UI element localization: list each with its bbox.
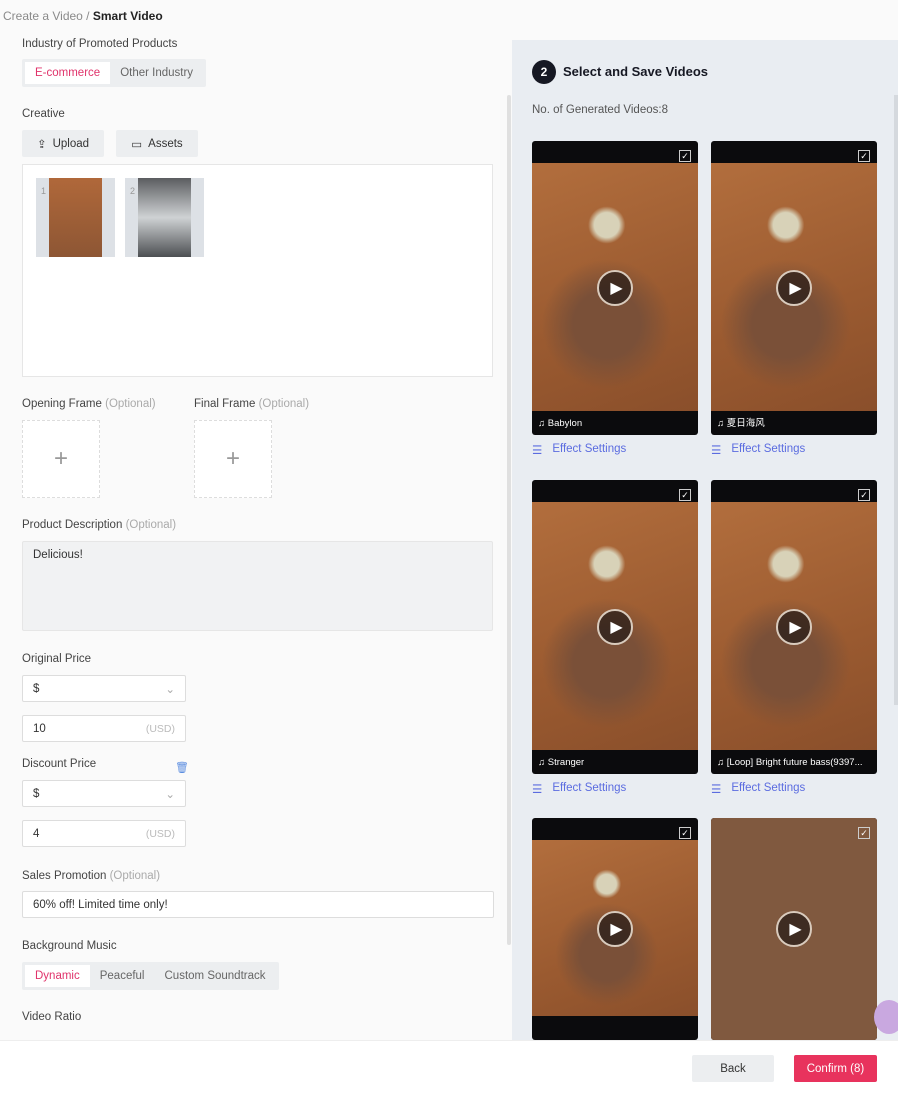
assets-label: Assets [148, 137, 183, 150]
trash-icon[interactable]: 🗑 [175, 761, 189, 774]
music-label: Background Music [22, 940, 117, 952]
product-description-input[interactable]: Delicious! [22, 541, 493, 631]
add-opening-frame-button[interactable]: + [22, 420, 100, 498]
play-icon[interactable]: ▶ [776, 609, 812, 645]
sliders-icon: ☰ [532, 445, 543, 457]
effect-settings-link[interactable]: ☰ Effect Settings [532, 782, 626, 796]
creative-index: 1 [41, 186, 47, 196]
video-count: No. of Generated Videos:8 [532, 104, 668, 116]
product-description-label: Product Description (Optional) [22, 519, 177, 531]
discount-price-input[interactable]: 4 (USD) [22, 820, 186, 847]
breadcrumb-parent[interactable]: Create a Video [3, 9, 83, 23]
music-name: ♫ Babylon [538, 418, 583, 429]
creative-image [49, 178, 102, 257]
video-card[interactable]: ✓ ▶ [711, 818, 877, 1040]
discount-currency-select[interactable]: $ ⌄ [22, 780, 186, 807]
back-button[interactable]: Back [692, 1055, 774, 1082]
play-icon[interactable]: ▶ [776, 270, 812, 306]
final-frame-label: Final Frame (Optional) [194, 398, 310, 410]
creative-thumb[interactable]: 1 [36, 178, 115, 257]
play-icon[interactable]: ▶ [597, 270, 633, 306]
play-icon[interactable]: ▶ [776, 911, 812, 947]
add-final-frame-button[interactable]: + [194, 420, 272, 498]
music-note-icon: ♫ [717, 757, 725, 768]
sales-promotion-label: Sales Promotion (Optional) [22, 870, 161, 882]
music-note-icon: ♫ [717, 418, 725, 429]
video-ratio-label: Video Ratio [22, 1011, 82, 1023]
sliders-icon: ☰ [711, 445, 722, 457]
scrollbar[interactable] [507, 95, 511, 945]
music-selector: Dynamic Peaceful Custom Soundtrack [22, 962, 279, 990]
upload-icon: ⇪ [36, 138, 47, 151]
results-title: Select and Save Videos [563, 64, 708, 79]
video-card[interactable]: ✓ ▶ [532, 818, 698, 1040]
creative-image [138, 178, 191, 257]
select-checkbox[interactable]: ✓ [679, 827, 691, 839]
music-custom[interactable]: Custom Soundtrack [155, 965, 276, 987]
upload-button[interactable]: ⇪ Upload [22, 130, 104, 157]
step-badge: 2 [532, 60, 556, 84]
footer: Back Confirm (8) [0, 1040, 898, 1100]
chevron-down-icon: ⌄ [165, 788, 175, 801]
music-name: ♫ [Loop] Bright future bass(9397... [717, 757, 863, 768]
discount-price-label: Discount Price [22, 758, 97, 770]
effect-settings-link[interactable]: ☰ Effect Settings [532, 443, 626, 457]
music-note-icon: ♫ [538, 418, 546, 429]
plus-icon: + [225, 445, 240, 472]
results-panel: 2 Select and Save Videos No. of Generate… [512, 40, 898, 1040]
select-checkbox[interactable]: ✓ [679, 489, 691, 501]
original-currency-select[interactable]: $ ⌄ [22, 675, 186, 702]
creative-list: 1 2 [22, 164, 493, 377]
effect-settings-link[interactable]: ☰ Effect Settings [711, 782, 805, 796]
video-card[interactable]: ✓ ▶ ♫ Babylon [532, 141, 698, 435]
sliders-icon: ☰ [711, 784, 722, 796]
opening-frame-label: Opening Frame (Optional) [22, 398, 156, 410]
original-price-input[interactable]: 10 (USD) [22, 715, 186, 742]
effect-settings-label: Effect Settings [731, 443, 806, 455]
music-peaceful[interactable]: Peaceful [90, 965, 155, 987]
effect-settings-link[interactable]: ☰ Effect Settings [711, 443, 805, 457]
upload-label: Upload [52, 137, 90, 150]
play-icon[interactable]: ▶ [597, 911, 633, 947]
music-name: ♫ Stranger [538, 757, 585, 768]
chevron-down-icon: ⌄ [165, 683, 175, 696]
industry-selector: E-commerce Other Industry [22, 59, 207, 87]
scrollbar[interactable] [894, 95, 898, 705]
play-icon[interactable]: ▶ [597, 609, 633, 645]
creative-index: 2 [130, 186, 136, 196]
video-card[interactable]: ✓ ▶ ♫ Stranger [532, 480, 698, 774]
effect-settings-label: Effect Settings [552, 782, 627, 794]
select-checkbox[interactable]: ✓ [858, 489, 870, 501]
sliders-icon: ☰ [532, 784, 543, 796]
industry-label: Industry of Promoted Products [22, 38, 178, 50]
chat-icon[interactable] [874, 1000, 898, 1034]
plus-icon: + [53, 445, 68, 472]
folder-icon: ▭ [131, 138, 143, 151]
effect-settings-label: Effect Settings [552, 443, 627, 455]
breadcrumb: Create a Video / Smart Video [3, 9, 163, 23]
breadcrumb-separator: / [82, 9, 93, 23]
video-card[interactable]: ✓ ▶ ♫ [Loop] Bright future bass(9397... [711, 480, 877, 774]
video-card[interactable]: ✓ ▶ ♫ 夏日海风 [711, 141, 877, 435]
music-note-icon: ♫ [538, 757, 546, 768]
confirm-button[interactable]: Confirm (8) [794, 1055, 877, 1082]
select-checkbox[interactable]: ✓ [679, 150, 691, 162]
breadcrumb-current: Smart Video [92, 9, 163, 23]
creative-label: Creative [22, 108, 65, 120]
sales-promotion-input[interactable]: 60% off! Limited time only! [22, 891, 494, 918]
industry-ecommerce[interactable]: E-commerce [25, 62, 111, 84]
original-price-label: Original Price [22, 653, 92, 665]
select-checkbox[interactable]: ✓ [858, 827, 870, 839]
creative-thumb[interactable]: 2 [125, 178, 204, 257]
music-dynamic[interactable]: Dynamic [25, 965, 90, 987]
industry-other[interactable]: Other Industry [110, 62, 203, 84]
assets-button[interactable]: ▭ Assets [116, 130, 198, 157]
select-checkbox[interactable]: ✓ [858, 150, 870, 162]
music-name: ♫ 夏日海风 [717, 418, 765, 429]
effect-settings-label: Effect Settings [731, 782, 806, 794]
